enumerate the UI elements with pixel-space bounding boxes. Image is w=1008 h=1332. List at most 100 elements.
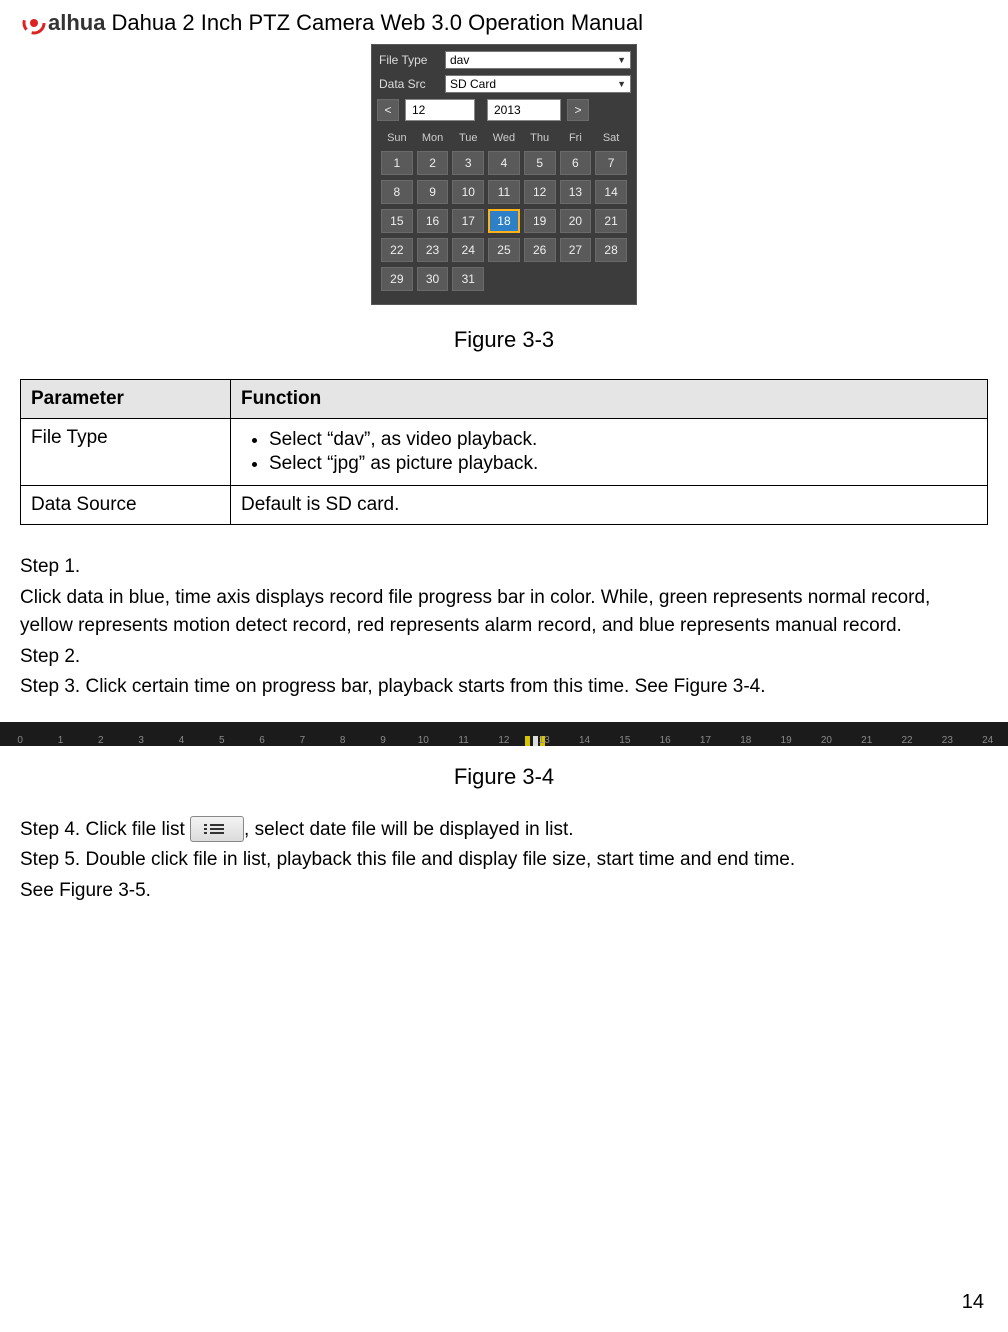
figure-3-4-timeline[interactable]: 0123456789101112131415161718192021222324 — [0, 722, 1008, 746]
calendar-day[interactable]: 14 — [595, 180, 627, 204]
parameter-table: Parameter Function File Type Select “dav… — [20, 379, 988, 525]
chevron-down-icon: ▼ — [617, 79, 626, 89]
brand-logo: alhua — [20, 10, 105, 36]
param-data-source: Data Source — [21, 486, 231, 525]
timeline-tick: 24 — [968, 722, 1008, 746]
logo-text: alhua — [48, 10, 105, 36]
step-5b: See Figure 3-5. — [20, 877, 988, 906]
timeline-tick: 7 — [282, 722, 322, 746]
calendar-day[interactable]: 10 — [452, 180, 484, 204]
timeline-tick: 9 — [363, 722, 403, 746]
step-1-body: Click data in blue, time axis displays r… — [20, 584, 988, 641]
doc-header: alhua Dahua 2 Inch PTZ Camera Web 3.0 Op… — [20, 10, 988, 36]
timeline-tick: 15 — [605, 722, 645, 746]
table-header-function: Function — [231, 380, 988, 419]
calendar-day[interactable]: 31 — [452, 267, 484, 291]
calendar-day-header: Sat — [595, 132, 627, 146]
step-1-title: Step 1. — [20, 553, 988, 582]
calendar-day[interactable]: 6 — [560, 151, 592, 175]
timeline-tick: 18 — [726, 722, 766, 746]
calendar-day[interactable]: 8 — [381, 180, 413, 204]
month-input[interactable]: 12 — [405, 99, 475, 121]
timeline-tick: 2 — [81, 722, 121, 746]
calendar-day[interactable]: 20 — [560, 209, 592, 233]
calendar-day[interactable]: 22 — [381, 238, 413, 262]
calendar-day[interactable]: 27 — [560, 238, 592, 262]
calendar-day[interactable]: 4 — [488, 151, 520, 175]
calendar-day[interactable]: 9 — [417, 180, 449, 204]
timeline-tick: 21 — [847, 722, 887, 746]
timeline-tick: 5 — [202, 722, 242, 746]
year-input[interactable]: 2013 — [487, 99, 561, 121]
calendar-day-header: Mon — [417, 132, 449, 146]
data-src-select[interactable]: SD Card ▼ — [445, 75, 631, 93]
calendar-day[interactable]: 5 — [524, 151, 556, 175]
calendar-day[interactable]: 16 — [417, 209, 449, 233]
file-type-bullet-2: Select “jpg” as picture playback. — [269, 453, 977, 475]
calendar-day[interactable]: 24 — [452, 238, 484, 262]
calendar-day[interactable]: 7 — [595, 151, 627, 175]
calendar-day[interactable]: 29 — [381, 267, 413, 291]
data-src-label: Data Src — [377, 77, 445, 91]
calendar-day-header: Fri — [560, 132, 592, 146]
data-src-value: SD Card — [450, 77, 496, 91]
calendar-day[interactable]: 12 — [524, 180, 556, 204]
calendar-day[interactable]: 25 — [488, 238, 520, 262]
file-list-icon[interactable] — [190, 816, 244, 842]
calendar-day[interactable]: 1 — [381, 151, 413, 175]
timeline-tick: 1 — [40, 722, 80, 746]
figure-3-3-widget: File Type dav ▼ Data Src SD Card ▼ < 12 … — [371, 44, 637, 305]
timeline-tick: 11 — [443, 722, 483, 746]
table-row: File Type Select “dav”, as video playbac… — [21, 419, 988, 486]
step-2-title: Step 2. — [20, 643, 988, 672]
calendar-day[interactable]: 30 — [417, 267, 449, 291]
table-row: Data Source Default is SD card. — [21, 486, 988, 525]
calendar-day[interactable]: 19 — [524, 209, 556, 233]
logo-icon — [20, 11, 48, 35]
calendar-day[interactable]: 11 — [488, 180, 520, 204]
figure-3-3-caption: Figure 3-3 — [20, 327, 988, 353]
func-data-source: Default is SD card. — [231, 486, 988, 525]
calendar-day[interactable]: 2 — [417, 151, 449, 175]
file-type-value: dav — [450, 53, 469, 67]
timeline-tick: 8 — [323, 722, 363, 746]
step-5: Step 5. Double click file in list, playb… — [20, 846, 988, 875]
next-month-button[interactable]: > — [567, 99, 589, 121]
calendar-day[interactable]: 26 — [524, 238, 556, 262]
calendar: SunMonTueWedThuFriSat 123456789101112131… — [377, 127, 631, 296]
calendar-day[interactable]: 18 — [488, 209, 520, 233]
calendar-day-header: Thu — [524, 132, 556, 146]
timeline-tick: 6 — [242, 722, 282, 746]
calendar-day-header: Wed — [488, 132, 520, 146]
timeline-tick: 3 — [121, 722, 161, 746]
calendar-day[interactable]: 23 — [417, 238, 449, 262]
param-file-type: File Type — [21, 419, 231, 486]
calendar-day[interactable]: 17 — [452, 209, 484, 233]
timeline-tick: 0 — [0, 722, 40, 746]
prev-month-button[interactable]: < — [377, 99, 399, 121]
chevron-down-icon: ▼ — [617, 55, 626, 65]
calendar-day[interactable]: 28 — [595, 238, 627, 262]
figure-3-4-caption: Figure 3-4 — [20, 764, 988, 790]
calendar-day[interactable]: 3 — [452, 151, 484, 175]
calendar-day[interactable]: 21 — [595, 209, 627, 233]
doc-title: Dahua 2 Inch PTZ Camera Web 3.0 Operatio… — [111, 10, 643, 36]
timeline-tick: 19 — [766, 722, 806, 746]
page-number: 14 — [962, 1291, 984, 1314]
step-block: Step 1. Click data in blue, time axis di… — [20, 553, 988, 702]
calendar-day[interactable]: 15 — [381, 209, 413, 233]
timeline-tick: 12 — [484, 722, 524, 746]
timeline-tick: 22 — [887, 722, 927, 746]
timeline-tick: 17 — [685, 722, 725, 746]
timeline-tick: 13 — [524, 722, 564, 746]
file-type-label: File Type — [377, 53, 445, 67]
timeline-tick: 10 — [403, 722, 443, 746]
calendar-day-header: Tue — [452, 132, 484, 146]
timeline-tick: 20 — [806, 722, 846, 746]
step-4-text-post: , select date file will be displayed in … — [244, 819, 574, 840]
timeline-tick: 4 — [161, 722, 201, 746]
timeline-tick: 14 — [564, 722, 604, 746]
calendar-day[interactable]: 13 — [560, 180, 592, 204]
calendar-day-header: Sun — [381, 132, 413, 146]
file-type-select[interactable]: dav ▼ — [445, 51, 631, 69]
